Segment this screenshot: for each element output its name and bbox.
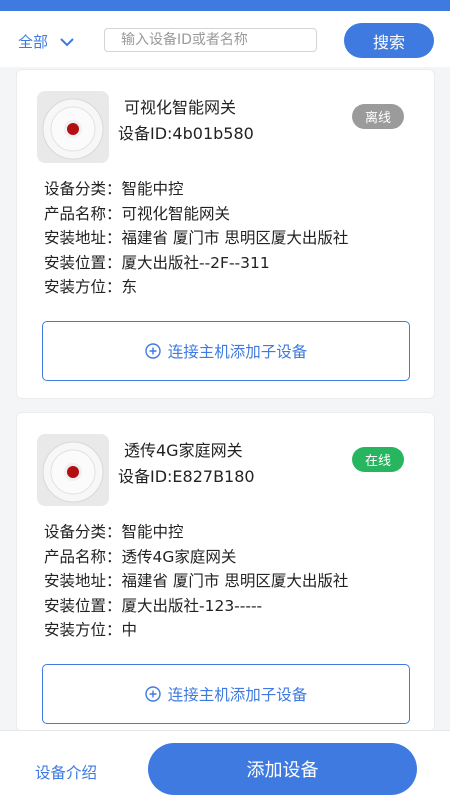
info-address: 安装地址：福建省 厦门市 思明区厦大出版社 <box>44 572 349 590</box>
device-info: 设备分类：智能中控 产品名称：透传4G家庭网关 安装地址：福建省 厦门市 思明区… <box>44 520 348 643</box>
info-address: 安装地址：福建省 厦门市 思明区厦大出版社 <box>44 229 349 247</box>
info-direction: 安装方位：东 <box>44 278 138 296</box>
chevron-down-icon <box>60 37 74 46</box>
add-sub-device-label: 连接主机添加子设备 <box>167 686 308 704</box>
search-input[interactable] <box>104 28 317 52</box>
info-location: 安装位置：厦大出版社--2F--311 <box>44 253 270 272</box>
device-intro-link[interactable]: 设备介绍 <box>35 761 97 783</box>
device-image <box>37 91 109 163</box>
device-info: 设备分类：智能中控 产品名称：可视化智能网关 安装地址：福建省 厦门市 思明区厦… <box>44 177 348 300</box>
plus-circle-icon <box>145 686 161 702</box>
bottom-bar: 设备介绍 添加设备 <box>0 730 450 800</box>
info-category: 设备分类：智能中控 <box>44 180 184 198</box>
category-label: 全部 <box>18 33 49 51</box>
device-name: 透传4G家庭网关 <box>124 441 243 460</box>
add-sub-device-label: 连接主机添加子设备 <box>167 343 308 361</box>
info-product: 产品名称：透传4G家庭网关 <box>44 547 237 566</box>
category-dropdown[interactable]: 全部 <box>18 31 74 52</box>
device-card[interactable]: 可视化智能网关 设备ID:4b01b580 离线 设备分类：智能中控 产品名称：… <box>16 69 435 399</box>
info-product: 产品名称：可视化智能网关 <box>44 204 231 223</box>
info-category: 设备分类：智能中控 <box>44 523 184 541</box>
status-badge: 离线 <box>352 104 404 129</box>
status-bar <box>0 0 450 11</box>
device-card[interactable]: 透传4G家庭网关 设备ID:E827B180 在线 设备分类：智能中控 产品名称… <box>16 412 435 732</box>
device-id: 设备ID:4b01b580 <box>118 124 254 143</box>
info-direction: 安装方位：中 <box>44 621 138 639</box>
device-id: 设备ID:E827B180 <box>118 467 255 486</box>
status-badge: 在线 <box>352 447 404 472</box>
device-image <box>37 434 109 506</box>
device-name: 可视化智能网关 <box>124 98 237 117</box>
plus-circle-icon <box>145 343 161 359</box>
add-sub-device-button[interactable]: 连接主机添加子设备 <box>42 664 410 724</box>
add-device-button[interactable]: 添加设备 <box>148 743 417 795</box>
filter-bar: 全部 搜索 <box>0 11 450 67</box>
info-location: 安装位置：厦大出版社-123----- <box>44 596 263 615</box>
add-sub-device-button[interactable]: 连接主机添加子设备 <box>42 321 410 381</box>
search-button[interactable]: 搜索 <box>344 23 434 58</box>
